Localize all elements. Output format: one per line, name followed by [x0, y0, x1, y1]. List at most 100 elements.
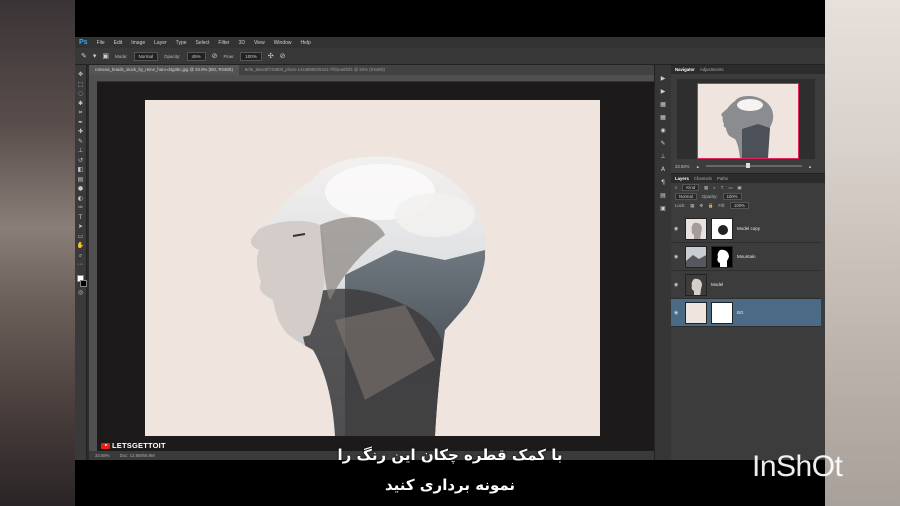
- navigator-preview[interactable]: [677, 79, 815, 159]
- zoom-out-icon[interactable]: ▲: [696, 164, 700, 169]
- glyphs-icon[interactable]: ▤: [660, 192, 666, 199]
- double-exposure-artwork[interactable]: [145, 100, 600, 436]
- menu-type[interactable]: Type: [176, 40, 187, 46]
- layer-row-model-copy[interactable]: ◉ Model copy: [671, 215, 821, 243]
- lock-pixels-icon[interactable]: ▦: [690, 203, 694, 209]
- zoom-tool-icon[interactable]: ⌕: [79, 252, 82, 260]
- history-icon[interactable]: ▶: [661, 75, 666, 82]
- filter-pixel-icon[interactable]: ▦: [704, 185, 708, 191]
- quick-select-tool-icon[interactable]: ✱: [78, 100, 83, 108]
- marquee-tool-icon[interactable]: ⬚: [78, 81, 84, 89]
- menu-view[interactable]: View: [254, 40, 265, 46]
- airbrush-icon[interactable]: ✣: [268, 52, 274, 60]
- layer-name[interactable]: Model copy: [737, 226, 760, 231]
- menu-3d[interactable]: 3D: [239, 40, 245, 46]
- layer-name[interactable]: BG: [737, 310, 744, 315]
- crop-tool-icon[interactable]: ⌗: [79, 109, 82, 117]
- brush-panel-icon[interactable]: ▣: [102, 52, 109, 60]
- filter-search-icon[interactable]: ⌕: [675, 185, 677, 190]
- tab-layers[interactable]: Layers: [675, 176, 689, 181]
- layer-name[interactable]: Model: [711, 282, 723, 287]
- actions-icon[interactable]: ▶: [661, 88, 666, 95]
- layer-mask-thumbnail[interactable]: [711, 245, 733, 268]
- move-tool-icon[interactable]: ✥: [78, 71, 83, 79]
- menu-layer[interactable]: Layer: [154, 40, 167, 46]
- layer-row-bg[interactable]: ◉ BG: [671, 299, 821, 327]
- layer-thumbnail[interactable]: [685, 245, 707, 268]
- filter-smart-icon[interactable]: ▣: [737, 185, 741, 191]
- path-select-tool-icon[interactable]: ➤: [78, 223, 83, 231]
- tab-paths[interactable]: Paths: [717, 176, 728, 181]
- eyedropper-tool-icon[interactable]: ✒: [78, 119, 83, 127]
- styles-icon[interactable]: ◉: [660, 127, 665, 134]
- eraser-tool-icon[interactable]: ◧: [78, 166, 84, 174]
- visibility-eye-icon[interactable]: ◉: [674, 254, 681, 260]
- zoom-slider-handle[interactable]: [745, 163, 750, 168]
- layer-row-model[interactable]: ◉ Model: [671, 271, 821, 299]
- lock-all-icon[interactable]: 🔒: [708, 203, 713, 209]
- pen-tool-icon[interactable]: ✑: [78, 204, 83, 212]
- opacity-field[interactable]: 45%: [186, 51, 206, 61]
- filter-adjust-icon[interactable]: ◐: [713, 185, 716, 190]
- nav-zoom-value[interactable]: 33.88%: [675, 164, 690, 169]
- character-icon[interactable]: A: [661, 166, 665, 173]
- zoom-in-icon[interactable]: ▲: [808, 164, 812, 169]
- navigator-view-box[interactable]: [697, 83, 799, 159]
- visibility-eye-icon[interactable]: ◉: [674, 282, 681, 288]
- doc-tab-active[interactable]: romena_braids_stock_by_reine_haru-d4g35c…: [89, 65, 239, 75]
- shape-tool-icon[interactable]: ▭: [78, 233, 84, 241]
- menu-edit[interactable]: Edit: [114, 40, 123, 46]
- gradient-tool-icon[interactable]: ▤: [78, 176, 84, 184]
- history-brush-tool-icon[interactable]: ↺: [78, 157, 83, 165]
- hand-tool-icon[interactable]: ✋: [77, 242, 84, 250]
- quick-mask-icon[interactable]: ◎: [78, 289, 83, 297]
- more-tools-icon[interactable]: ⋯: [78, 261, 84, 269]
- filter-kind-select[interactable]: Kind: [682, 184, 700, 191]
- healing-tool-icon[interactable]: ✚: [78, 128, 83, 136]
- blend-mode-select[interactable]: Normal: [675, 193, 697, 200]
- visibility-eye-icon[interactable]: ◉: [674, 226, 681, 232]
- tab-adjustments[interactable]: Adjustments: [700, 67, 724, 72]
- layer-mask-thumbnail[interactable]: [711, 217, 733, 240]
- tool-presets-icon[interactable]: ▣: [660, 205, 666, 212]
- tab-channels[interactable]: Channels: [694, 176, 712, 181]
- swatches-icon[interactable]: ▦: [660, 114, 666, 121]
- dodge-tool-icon[interactable]: ◐: [78, 195, 83, 203]
- background-color-swatch[interactable]: [79, 279, 87, 287]
- filter-shape-icon[interactable]: ▭: [728, 185, 732, 191]
- layer-thumbnail[interactable]: [685, 217, 707, 240]
- fill-field[interactable]: 100%: [730, 202, 749, 209]
- layer-mask-thumbnail[interactable]: [711, 301, 733, 324]
- menu-filter[interactable]: Filter: [218, 40, 229, 46]
- clone-stamp-tool-icon[interactable]: ⊥: [78, 147, 83, 155]
- visibility-eye-icon[interactable]: ◉: [674, 310, 681, 316]
- paragraph-icon[interactable]: ¶: [661, 179, 665, 186]
- layer-name[interactable]: Mountain: [737, 254, 756, 259]
- layer-row-mountain[interactable]: ◉ Mountain: [671, 243, 821, 271]
- menu-window[interactable]: Window: [274, 40, 292, 46]
- clone-source-icon[interactable]: ⊥: [660, 153, 665, 160]
- layer-opacity-field[interactable]: 100%: [722, 193, 742, 200]
- mode-select[interactable]: Normal: [133, 51, 159, 61]
- layer-thumbnail[interactable]: [685, 273, 707, 296]
- brush-tool-icon[interactable]: ✎: [78, 138, 83, 146]
- brush-preset-icon[interactable]: ▾: [93, 52, 97, 60]
- lock-position-icon[interactable]: ✥: [699, 203, 703, 209]
- pressure-opacity-icon[interactable]: ⊘: [212, 52, 218, 60]
- doc-tab-inactive[interactable]: 8efe_56ac8f748809_photo-1443889025422-7f…: [239, 65, 391, 75]
- canvas-area[interactable]: [97, 82, 654, 451]
- properties-icon[interactable]: ▦: [660, 101, 666, 108]
- menu-help[interactable]: Help: [301, 40, 311, 46]
- blur-tool-icon[interactable]: ●: [78, 185, 83, 193]
- zoom-slider[interactable]: [705, 163, 802, 168]
- brush-presets-icon[interactable]: ✎: [660, 140, 665, 147]
- filter-type-icon[interactable]: T: [721, 185, 724, 190]
- menu-image[interactable]: Image: [131, 40, 145, 46]
- type-tool-icon[interactable]: T: [79, 214, 83, 222]
- flow-field[interactable]: 100%: [240, 51, 262, 61]
- brush-icon[interactable]: ✎: [81, 52, 87, 60]
- layer-thumbnail[interactable]: [685, 301, 707, 324]
- tab-navigator[interactable]: Navigator: [675, 67, 695, 72]
- menu-select[interactable]: Select: [196, 40, 210, 46]
- lasso-tool-icon[interactable]: ◌: [78, 90, 83, 98]
